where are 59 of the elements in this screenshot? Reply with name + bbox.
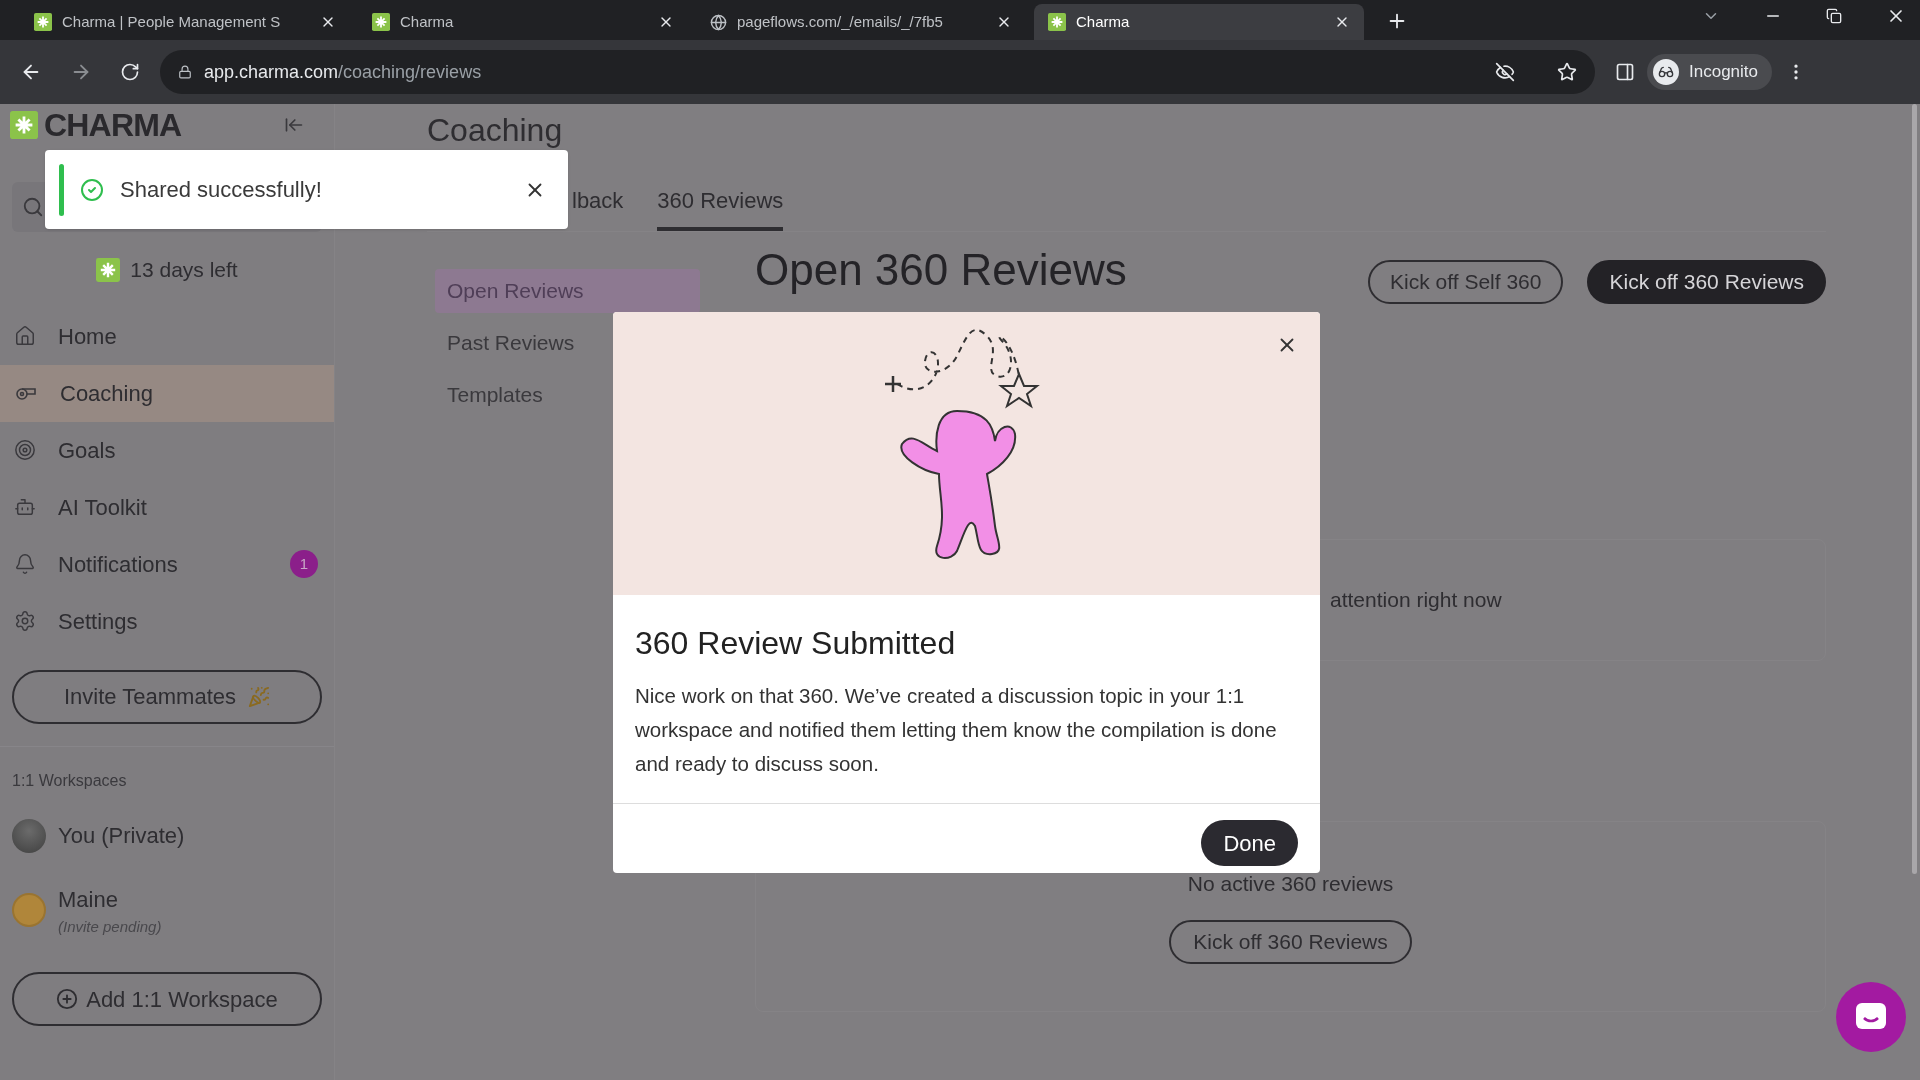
charma-favicon [34,13,52,31]
toast-message: Shared successfully! [120,176,323,204]
address-field[interactable]: app.charma.com/coaching/reviews [160,50,1595,94]
check-icon [80,177,104,202]
section-title: 1:1 Workspaces [11,770,128,791]
tab-title: Charma | People Management S [62,11,282,32]
tab[interactable]: 360 Reviews [657,184,784,231]
restore-icon[interactable] [1826,8,1842,24]
workspace-item[interactable]: You (Private) [0,818,334,853]
side-panel-icon[interactable] [1615,62,1635,82]
tab-title: Charma [1076,11,1131,32]
bookmark-star-icon[interactable] [1557,62,1577,82]
browser-tab[interactable]: Charma [1034,4,1364,40]
plus-circle-icon [56,988,79,1010]
invite-teammates-button[interactable]: Invite Teammates [12,669,322,724]
robot-icon [14,496,36,518]
lock-icon [178,65,192,79]
reload-icon[interactable] [120,62,140,82]
page-title: Coaching [427,112,564,148]
charma-favicon [1048,13,1066,31]
url-text: app.charma.com/coaching/reviews [204,60,482,84]
house-icon [14,325,36,347]
trial-badge-icon [96,257,121,282]
party-popper-icon [248,685,270,708]
collapse-icon[interactable] [284,115,304,135]
settings-icon [14,610,36,632]
incognito-icon [1653,59,1679,85]
section-heading: Open 360 Reviews [755,248,1128,292]
attention-text: attention right now [1330,587,1502,614]
globe-icon [710,13,727,31]
charma-favicon [372,13,390,31]
kick-off-button[interactable]: Kick off Self 360 [1368,260,1564,304]
avatar [12,893,46,928]
kick-off-button[interactable]: Kick off 360 Reviews [1587,260,1826,304]
toast-accent-bar [59,163,64,216]
subnav-item[interactable]: Open Reviews [435,269,700,313]
profile-button[interactable]: Incognito [1647,54,1772,90]
bell-icon [14,553,36,575]
search-icon [22,196,44,218]
eye-off-icon[interactable] [1495,62,1515,82]
empty-state-text: No active 360 reviews [1187,871,1394,897]
kick-off-button[interactable]: Kick off 360 Reviews [1169,919,1412,964]
charma-logo-icon [10,111,38,139]
trial-days-text: 13 days left [130,257,238,283]
avatar [12,818,46,853]
logo-text: CHARMA [44,107,182,143]
add-workspace-button[interactable]: Add 1:1 Workspace [12,972,322,1026]
tab-title: Charma [400,11,455,32]
done-button[interactable]: Done [1201,820,1298,866]
nav-item[interactable]: Coaching [0,364,334,422]
tab-title: pageflows.com/_/emails/_/7fb5 [737,11,944,32]
workspace-name: Maine [58,885,119,914]
notification-badge: 1 [290,550,318,578]
modal-body: Nice work on that 360. We’ve created a discussion topic in your 1:1 workspace and notified them letting them know the compilation is done and ready to discuss soon. [634,683,1278,777]
workspace-name: You (Private) [58,822,185,850]
modal-title: 360 Review Submitted [634,624,957,663]
target-icon [14,439,36,461]
tab[interactable]: lback [572,184,624,231]
chat-icon [1855,1002,1887,1032]
